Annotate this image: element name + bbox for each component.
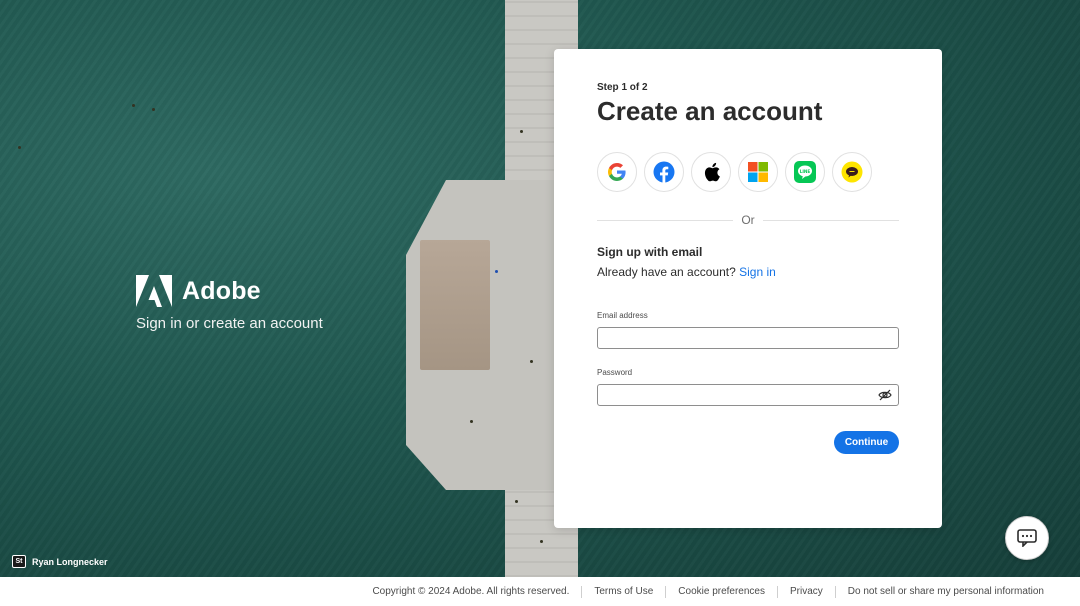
already-have-account: Already have an account? Sign in — [597, 265, 776, 279]
brand-block: Adobe Sign in or create an account — [136, 275, 323, 332]
or-divider: Or — [597, 212, 899, 228]
chat-button[interactable] — [1005, 516, 1049, 560]
social-sign-in-row: LINE — [597, 152, 872, 192]
password-field[interactable] — [598, 385, 898, 405]
person-dot — [520, 130, 523, 133]
footer: Copyright © 2024 Adobe. All rights reser… — [0, 577, 1080, 606]
facebook-sign-in-button[interactable] — [644, 152, 684, 192]
password-label: Password — [597, 368, 633, 377]
line-sign-in-button[interactable]: LINE — [785, 152, 825, 192]
chat-icon — [1017, 529, 1037, 547]
person-dot — [530, 360, 533, 363]
line-icon: LINE — [794, 161, 816, 183]
adobe-logo-icon — [136, 275, 172, 307]
kakaotalk-sign-in-button[interactable] — [832, 152, 872, 192]
page-title: Create an account — [597, 96, 823, 126]
step-indicator: Step 1 of 2 — [597, 82, 648, 93]
sign-in-link[interactable]: Sign in — [739, 265, 776, 279]
photo-credit[interactable]: St Ryan Longnecker — [12, 555, 108, 568]
footer-link-privacy[interactable]: Privacy — [778, 586, 835, 597]
photo-credit-name: Ryan Longnecker — [32, 556, 108, 567]
password-field-wrapper — [597, 384, 899, 406]
person-dot — [515, 500, 518, 503]
kakaotalk-icon — [841, 161, 863, 183]
microsoft-icon — [748, 162, 768, 182]
brand-tagline: Sign in or create an account — [136, 315, 323, 332]
pavilion-roof — [420, 240, 490, 370]
google-sign-in-button[interactable] — [597, 152, 637, 192]
footer-link-do-not-sell[interactable]: Do not sell or share my personal informa… — [836, 586, 1056, 597]
apple-icon — [704, 162, 720, 182]
person-dot — [495, 270, 498, 273]
svg-text:LINE: LINE — [800, 169, 811, 174]
copyright-text: Copyright © 2024 Adobe. All rights reser… — [372, 586, 570, 597]
email-field[interactable] — [598, 328, 898, 348]
brand-name: Adobe — [182, 276, 261, 305]
signup-card: Step 1 of 2 Create an account LINE Or Si… — [554, 49, 942, 528]
google-icon — [608, 163, 626, 181]
signup-heading: Sign up with email — [597, 245, 703, 259]
stock-badge-icon: St — [12, 555, 26, 568]
person-dot — [470, 420, 473, 423]
apple-sign-in-button[interactable] — [691, 152, 731, 192]
person-dot — [18, 146, 21, 149]
person-dot — [540, 540, 543, 543]
person-dot — [132, 104, 135, 107]
microsoft-sign-in-button[interactable] — [738, 152, 778, 192]
footer-link-cookie-preferences[interactable]: Cookie preferences — [666, 586, 777, 597]
footer-link-terms[interactable]: Terms of Use — [582, 586, 665, 597]
hide-password-icon[interactable] — [878, 389, 892, 401]
email-field-wrapper — [597, 327, 899, 349]
already-text: Already have an account? — [597, 265, 736, 279]
facebook-icon — [653, 161, 675, 183]
continue-button[interactable]: Continue — [834, 431, 899, 454]
person-dot — [152, 108, 155, 111]
email-label: Email address — [597, 311, 648, 320]
